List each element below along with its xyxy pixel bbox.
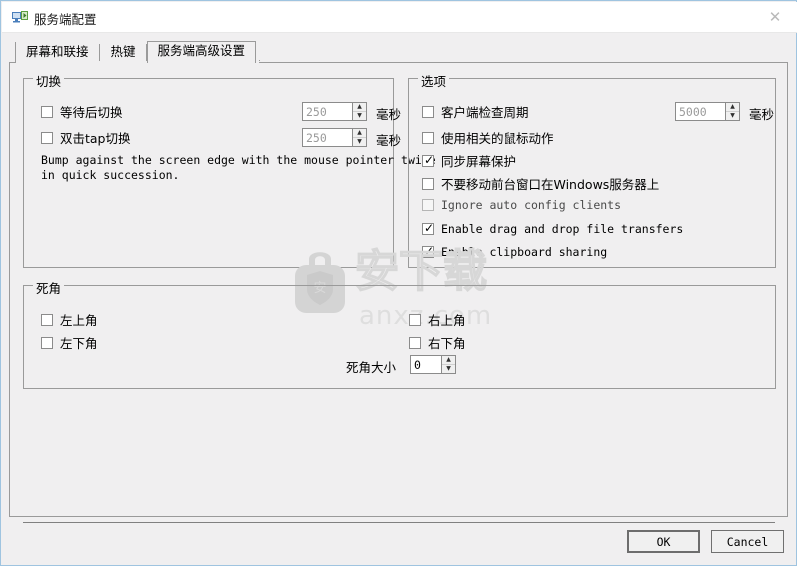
spinner-value[interactable]: 250 [303, 103, 352, 120]
checkbox-label: 右下角 [428, 336, 466, 351]
group-switch-title: 切换 [33, 71, 65, 90]
check-mark-icon: ✓ [424, 221, 435, 235]
checkbox-label: 左下角 [60, 336, 98, 351]
group-options: 选项 客户端检查周期 5000 ▲ ▼ 毫秒 使用相关的鼠标动作 ✓ 同步屏幕保… [408, 71, 776, 268]
tab-page-server-advanced: 切换 等待后切换 250 ▲ ▼ 毫秒 双击tap切换 250 ▲ ▼ 毫秒 B… [9, 62, 788, 517]
checkbox-label: 同步屏幕保护 [441, 154, 517, 169]
checkbox-label: 等待后切换 [60, 105, 123, 120]
checkbox-box[interactable] [422, 131, 434, 144]
tab-screen-and-connection[interactable]: 屏幕和联接 [15, 42, 100, 63]
checkbox-ignore-auto-config-clients[interactable]: Ignore auto config clients [422, 198, 621, 212]
unit-switch-after-wait: 毫秒 [376, 107, 402, 122]
checkbox-use-relative-mouse-moves[interactable]: 使用相关的鼠标动作 [422, 128, 554, 147]
app-icon [12, 9, 29, 25]
tab-label: 屏幕和联接 [26, 44, 89, 59]
spinner-down-icon[interactable]: ▼ [726, 112, 739, 120]
spinner-down-icon[interactable]: ▼ [353, 138, 366, 146]
spinner-buttons[interactable]: ▲ ▼ [352, 103, 366, 120]
checkbox-label: 使用相关的鼠标动作 [441, 131, 554, 146]
checkbox-label: 左上角 [60, 313, 98, 328]
checkbox-switch-after-wait[interactable]: 等待后切换 [41, 102, 123, 121]
group-dead-corners: 死角 左上角 左下角 右上角 右下角 死角大小 0 ▲ ▼ [23, 278, 776, 389]
unit-double-tap-switch: 毫秒 [376, 133, 402, 148]
spinner-dead-corner-size[interactable]: 0 ▲ ▼ [410, 355, 456, 374]
group-switch: 切换 等待后切换 250 ▲ ▼ 毫秒 双击tap切换 250 ▲ ▼ 毫秒 B… [23, 71, 436, 268]
checkbox-box[interactable] [41, 105, 53, 118]
tab-hotkeys[interactable]: 热键 [99, 42, 147, 63]
checkbox-label: Enable drag and drop file transfers [441, 222, 684, 236]
group-options-title: 选项 [418, 71, 450, 90]
checkbox-enable-clipboard-sharing[interactable]: ✓ Enable clipboard sharing [422, 245, 607, 259]
checkbox-box[interactable] [422, 105, 434, 118]
checkbox-top-right-corner[interactable]: 右上角 [409, 310, 466, 329]
tab-label: 热键 [110, 44, 136, 59]
checkbox-label: 客户端检查周期 [441, 105, 529, 120]
spinner-switch-after-wait[interactable]: 250 ▲ ▼ [302, 102, 367, 121]
checkbox-label: 右上角 [428, 313, 466, 328]
tab-server-advanced-settings[interactable]: 服务端高级设置 [146, 41, 257, 63]
tab-label: 服务端高级设置 [157, 43, 246, 58]
checkbox-synchronize-screensaver[interactable]: ✓ 同步屏幕保护 [422, 151, 516, 170]
spinner-up-icon[interactable]: ▲ [353, 129, 366, 138]
checkbox-bottom-left-corner[interactable]: 左下角 [41, 333, 98, 352]
checkbox-box[interactable] [422, 199, 434, 211]
check-mark-icon: ✓ [424, 152, 435, 167]
footer-separator [23, 522, 775, 523]
checkbox-label: 双击tap切换 [60, 131, 131, 146]
checkbox-box[interactable]: ✓ [422, 244, 435, 258]
checkbox-double-tap-switch[interactable]: 双击tap切换 [41, 128, 131, 147]
close-icon[interactable]: ✕ [753, 2, 797, 32]
unit-client-check-interval: 毫秒 [749, 107, 775, 122]
checkbox-client-check-interval[interactable]: 客户端检查周期 [422, 102, 529, 121]
spinner-buttons[interactable]: ▲ ▼ [352, 129, 366, 146]
spinner-up-icon[interactable]: ▲ [353, 103, 366, 112]
checkbox-bottom-right-corner[interactable]: 右下角 [409, 333, 466, 352]
window-title: 服务端配置 [34, 12, 97, 27]
spinner-buttons[interactable]: ▲ ▼ [725, 103, 739, 120]
group-dead-corners-title: 死角 [33, 278, 65, 297]
spinner-down-icon[interactable]: ▼ [353, 112, 366, 120]
checkbox-box[interactable] [422, 177, 434, 190]
title-bar: 服务端配置 ✕ [2, 2, 797, 33]
checkbox-box[interactable]: ✓ [422, 221, 435, 235]
checkbox-label: Ignore auto config clients [441, 198, 622, 212]
switch-hint-text: Bump against the screen edge with the mo… [41, 153, 436, 182]
spinner-down-icon[interactable]: ▼ [442, 365, 455, 373]
spinner-buttons[interactable]: ▲ ▼ [441, 356, 455, 373]
checkbox-label: 不要移动前台窗口在Windows服务器上 [441, 177, 660, 192]
spinner-client-check-interval[interactable]: 5000 ▲ ▼ [675, 102, 740, 121]
spinner-double-tap-switch[interactable]: 250 ▲ ▼ [302, 128, 367, 147]
checkbox-box[interactable] [409, 336, 421, 349]
checkbox-enable-drag-and-drop-file-transfers[interactable]: ✓ Enable drag and drop file transfers [422, 222, 683, 236]
checkbox-box[interactable] [41, 313, 53, 326]
checkbox-box[interactable] [41, 336, 53, 349]
tab-strip: 屏幕和联接 热键 服务端高级设置 [15, 41, 261, 63]
server-config-dialog: 服务端配置 ✕ 屏幕和联接 热键 服务端高级设置 切换 等待后切换 250 ▲ … [0, 0, 797, 566]
spinner-up-icon[interactable]: ▲ [726, 103, 739, 112]
checkbox-top-left-corner[interactable]: 左上角 [41, 310, 98, 329]
spinner-value[interactable]: 5000 [676, 103, 725, 120]
checkbox-box[interactable] [409, 313, 421, 326]
checkbox-dont-raise-foreground-window[interactable]: 不要移动前台窗口在Windows服务器上 [422, 174, 659, 193]
checkbox-box[interactable]: ✓ [422, 152, 435, 167]
spinner-up-icon[interactable]: ▲ [442, 356, 455, 365]
spinner-value[interactable]: 250 [303, 129, 352, 146]
checkbox-label: Enable clipboard sharing [441, 245, 608, 259]
check-mark-icon: ✓ [424, 244, 435, 258]
spinner-value[interactable]: 0 [411, 356, 441, 373]
checkbox-box[interactable] [41, 131, 53, 144]
dead-corner-size-label: 死角大小 [346, 360, 397, 375]
cancel-button[interactable]: Cancel [711, 530, 784, 553]
ok-button[interactable]: OK [627, 530, 700, 553]
tab-separator [259, 60, 261, 61]
